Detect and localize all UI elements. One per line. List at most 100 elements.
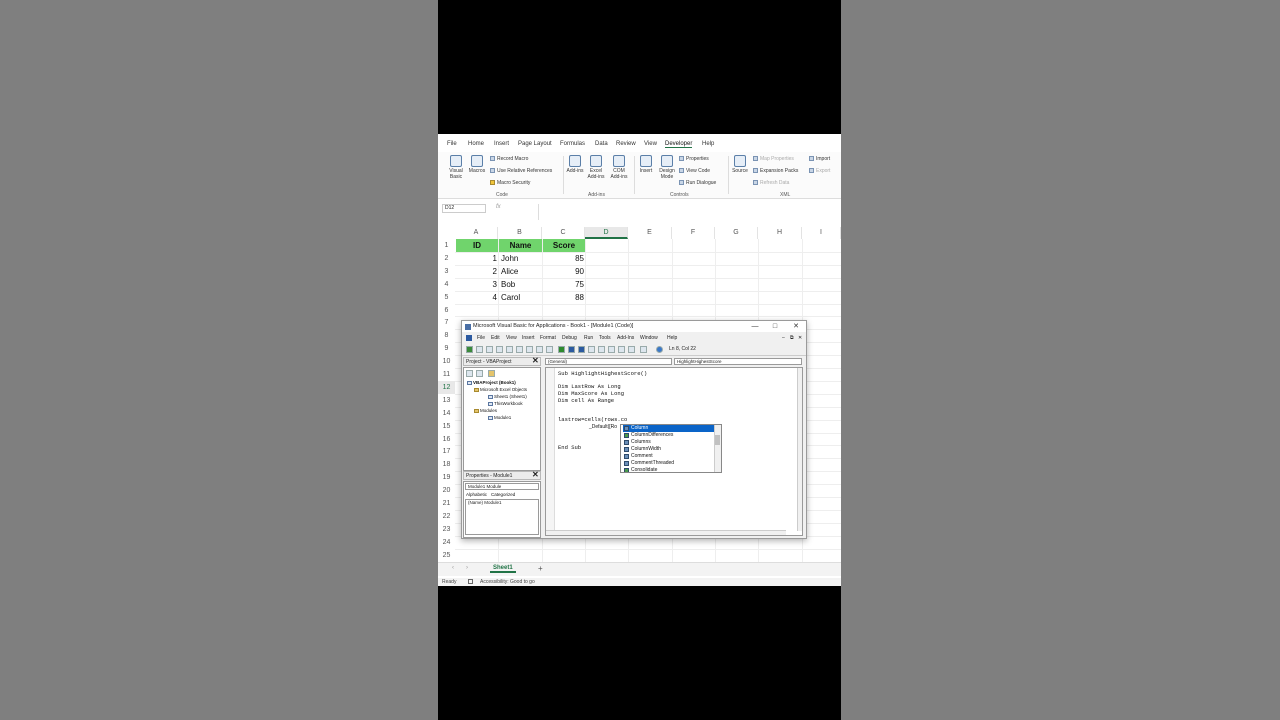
tree-sheet1[interactable]: Sheet1 (Sheet1): [488, 394, 527, 399]
code-horizontal-scrollbar[interactable]: [546, 530, 786, 535]
tab-home[interactable]: Home: [468, 141, 484, 147]
name-box[interactable]: D12: [442, 204, 486, 213]
paste-icon[interactable]: [516, 346, 523, 353]
row-header[interactable]: 13: [438, 394, 455, 407]
next-sheet-icon[interactable]: ›: [466, 565, 468, 571]
autocomplete-item[interactable]: Comment: [623, 453, 715, 460]
properties-button[interactable]: Properties: [679, 156, 709, 162]
copy-icon[interactable]: [506, 346, 513, 353]
autocomplete-item[interactable]: CommentThreaded: [623, 460, 715, 467]
vba-menu-addins[interactable]: Add-Ins: [617, 335, 634, 341]
add-sheet-button[interactable]: +: [538, 564, 543, 573]
tree-modules[interactable]: Modules: [474, 408, 497, 413]
tab-help[interactable]: Help: [702, 141, 714, 147]
tab-developer[interactable]: Developer: [665, 141, 693, 148]
cell-score[interactable]: 85: [543, 252, 584, 265]
row-header[interactable]: 15: [438, 420, 455, 433]
prev-sheet-icon[interactable]: ‹: [452, 565, 454, 571]
properties-object-combo[interactable]: Module1 Module: [465, 483, 539, 490]
save-icon[interactable]: [486, 346, 493, 353]
property-name-row[interactable]: (Name) Module1: [468, 500, 502, 505]
export-button[interactable]: Export: [809, 168, 830, 174]
source-button[interactable]: Source: [731, 155, 749, 174]
row-header[interactable]: 24: [438, 536, 455, 549]
formula-bar[interactable]: [538, 204, 841, 220]
column-header[interactable]: C: [542, 227, 585, 239]
tab-file[interactable]: File: [447, 141, 457, 147]
vba-menu-run[interactable]: Run: [584, 335, 593, 341]
row-header[interactable]: 23: [438, 523, 455, 536]
vba-menu-file[interactable]: File: [477, 335, 485, 341]
view-code-icon[interactable]: [466, 370, 473, 377]
header-cell-score[interactable]: Score: [543, 239, 585, 252]
row-header[interactable]: 18: [438, 458, 455, 471]
close-icon[interactable]: ✕: [786, 321, 806, 332]
row-header[interactable]: 4: [438, 278, 455, 291]
minimize-icon[interactable]: —: [745, 321, 765, 332]
macro-security-button[interactable]: Macro Security: [490, 180, 530, 186]
tab-insert[interactable]: Insert: [494, 141, 509, 147]
tree-thisworkbook[interactable]: ThisWorkbook: [488, 401, 523, 406]
tab-view[interactable]: View: [644, 141, 657, 147]
toolbox-icon[interactable]: [628, 346, 635, 353]
autocomplete-item[interactable]: Consolidate: [623, 467, 715, 472]
tab-categorized[interactable]: Categorized: [491, 492, 515, 497]
row-header[interactable]: 10: [438, 355, 455, 368]
row-header[interactable]: 7: [438, 316, 455, 329]
child-close-icon[interactable]: ✕: [798, 335, 802, 341]
macro-record-icon[interactable]: [468, 579, 473, 584]
break-icon[interactable]: [568, 346, 575, 353]
help-icon[interactable]: [640, 346, 647, 353]
column-header[interactable]: A: [455, 227, 498, 239]
object-browser-icon[interactable]: [618, 346, 625, 353]
properties-close-icon[interactable]: ✕: [532, 471, 539, 479]
vba-menu-window[interactable]: Window: [640, 335, 658, 341]
tab-formulas[interactable]: Formulas: [560, 141, 585, 147]
excel-addins-button[interactable]: Excel Add-ins: [586, 155, 606, 180]
vba-menu-format[interactable]: Format: [540, 335, 556, 341]
tab-review[interactable]: Review: [616, 141, 636, 147]
row-header[interactable]: 9: [438, 342, 455, 355]
column-header[interactable]: F: [672, 227, 715, 239]
vba-menu-insert[interactable]: Insert: [522, 335, 535, 341]
code-window[interactable]: Sub HighlightHighestScore() Dim LastRow …: [545, 367, 803, 536]
object-combo[interactable]: (General): [545, 358, 672, 365]
refresh-data-button[interactable]: Refresh Data: [753, 180, 789, 186]
cell-name[interactable]: John: [501, 252, 541, 265]
autocomplete-item[interactable]: ColumnDifferences: [623, 432, 715, 439]
cell-id[interactable]: 4: [456, 291, 497, 304]
design-mode-button[interactable]: Design Mode: [657, 155, 677, 180]
row-header[interactable]: 2: [438, 252, 455, 265]
properties-window-icon[interactable]: [608, 346, 615, 353]
find-icon[interactable]: [526, 346, 533, 353]
cell-score[interactable]: 90: [543, 265, 584, 278]
row-header[interactable]: 17: [438, 445, 455, 458]
excel-view-icon[interactable]: [466, 346, 473, 353]
tree-excel-objects[interactable]: Microsoft Excel Objects: [474, 387, 527, 392]
design-mode-icon[interactable]: [588, 346, 595, 353]
relative-refs-button[interactable]: Use Relative References: [490, 168, 552, 174]
cell-id[interactable]: 1: [456, 252, 497, 265]
row-header[interactable]: 16: [438, 433, 455, 446]
autocomplete-item[interactable]: ColumnWidth: [623, 446, 715, 453]
column-header[interactable]: D: [585, 227, 628, 239]
cut-icon[interactable]: [496, 346, 503, 353]
project-close-icon[interactable]: ✕: [532, 357, 539, 365]
vba-menu-debug[interactable]: Debug: [562, 335, 577, 341]
run-icon[interactable]: [558, 346, 565, 353]
status-accessibility[interactable]: Accessibility: Good to go: [480, 579, 535, 585]
autocomplete-item[interactable]: Column: [623, 425, 715, 432]
row-header[interactable]: 19: [438, 471, 455, 484]
row-header[interactable]: 25: [438, 549, 455, 562]
cell-score[interactable]: 75: [543, 278, 584, 291]
row-header[interactable]: 12: [438, 380, 455, 394]
procedure-combo[interactable]: HighlightHighestScore: [674, 358, 802, 365]
child-restore-icon[interactable]: ⧉: [790, 335, 794, 341]
cell-name[interactable]: Carol: [501, 291, 541, 304]
row-header[interactable]: 14: [438, 407, 455, 420]
redo-icon[interactable]: [546, 346, 553, 353]
toggle-folders-icon[interactable]: [488, 370, 495, 377]
cell-name[interactable]: Bob: [501, 278, 541, 291]
insert-module-icon[interactable]: [476, 346, 483, 353]
column-header[interactable]: H: [758, 227, 802, 239]
